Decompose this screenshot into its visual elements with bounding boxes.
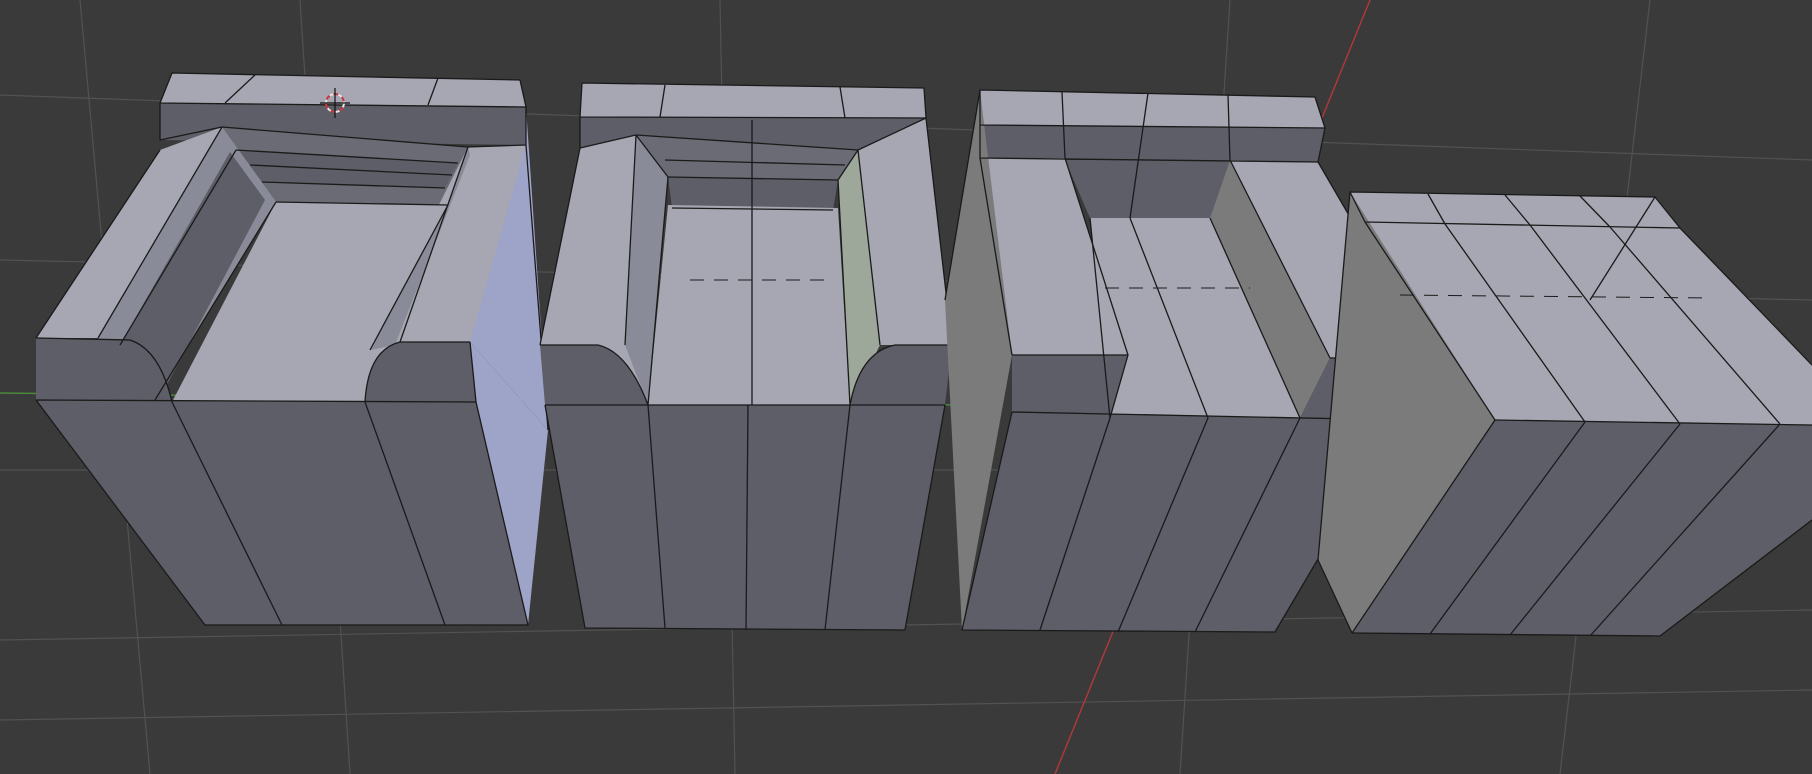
block-mesh-4[interactable] (1317, 191, 1812, 637)
armchair-mesh-2[interactable] (539, 82, 953, 631)
viewport-canvas[interactable] (0, 0, 1812, 774)
armchair-mesh-1[interactable] (35, 72, 549, 626)
3d-viewport[interactable] (0, 0, 1812, 774)
